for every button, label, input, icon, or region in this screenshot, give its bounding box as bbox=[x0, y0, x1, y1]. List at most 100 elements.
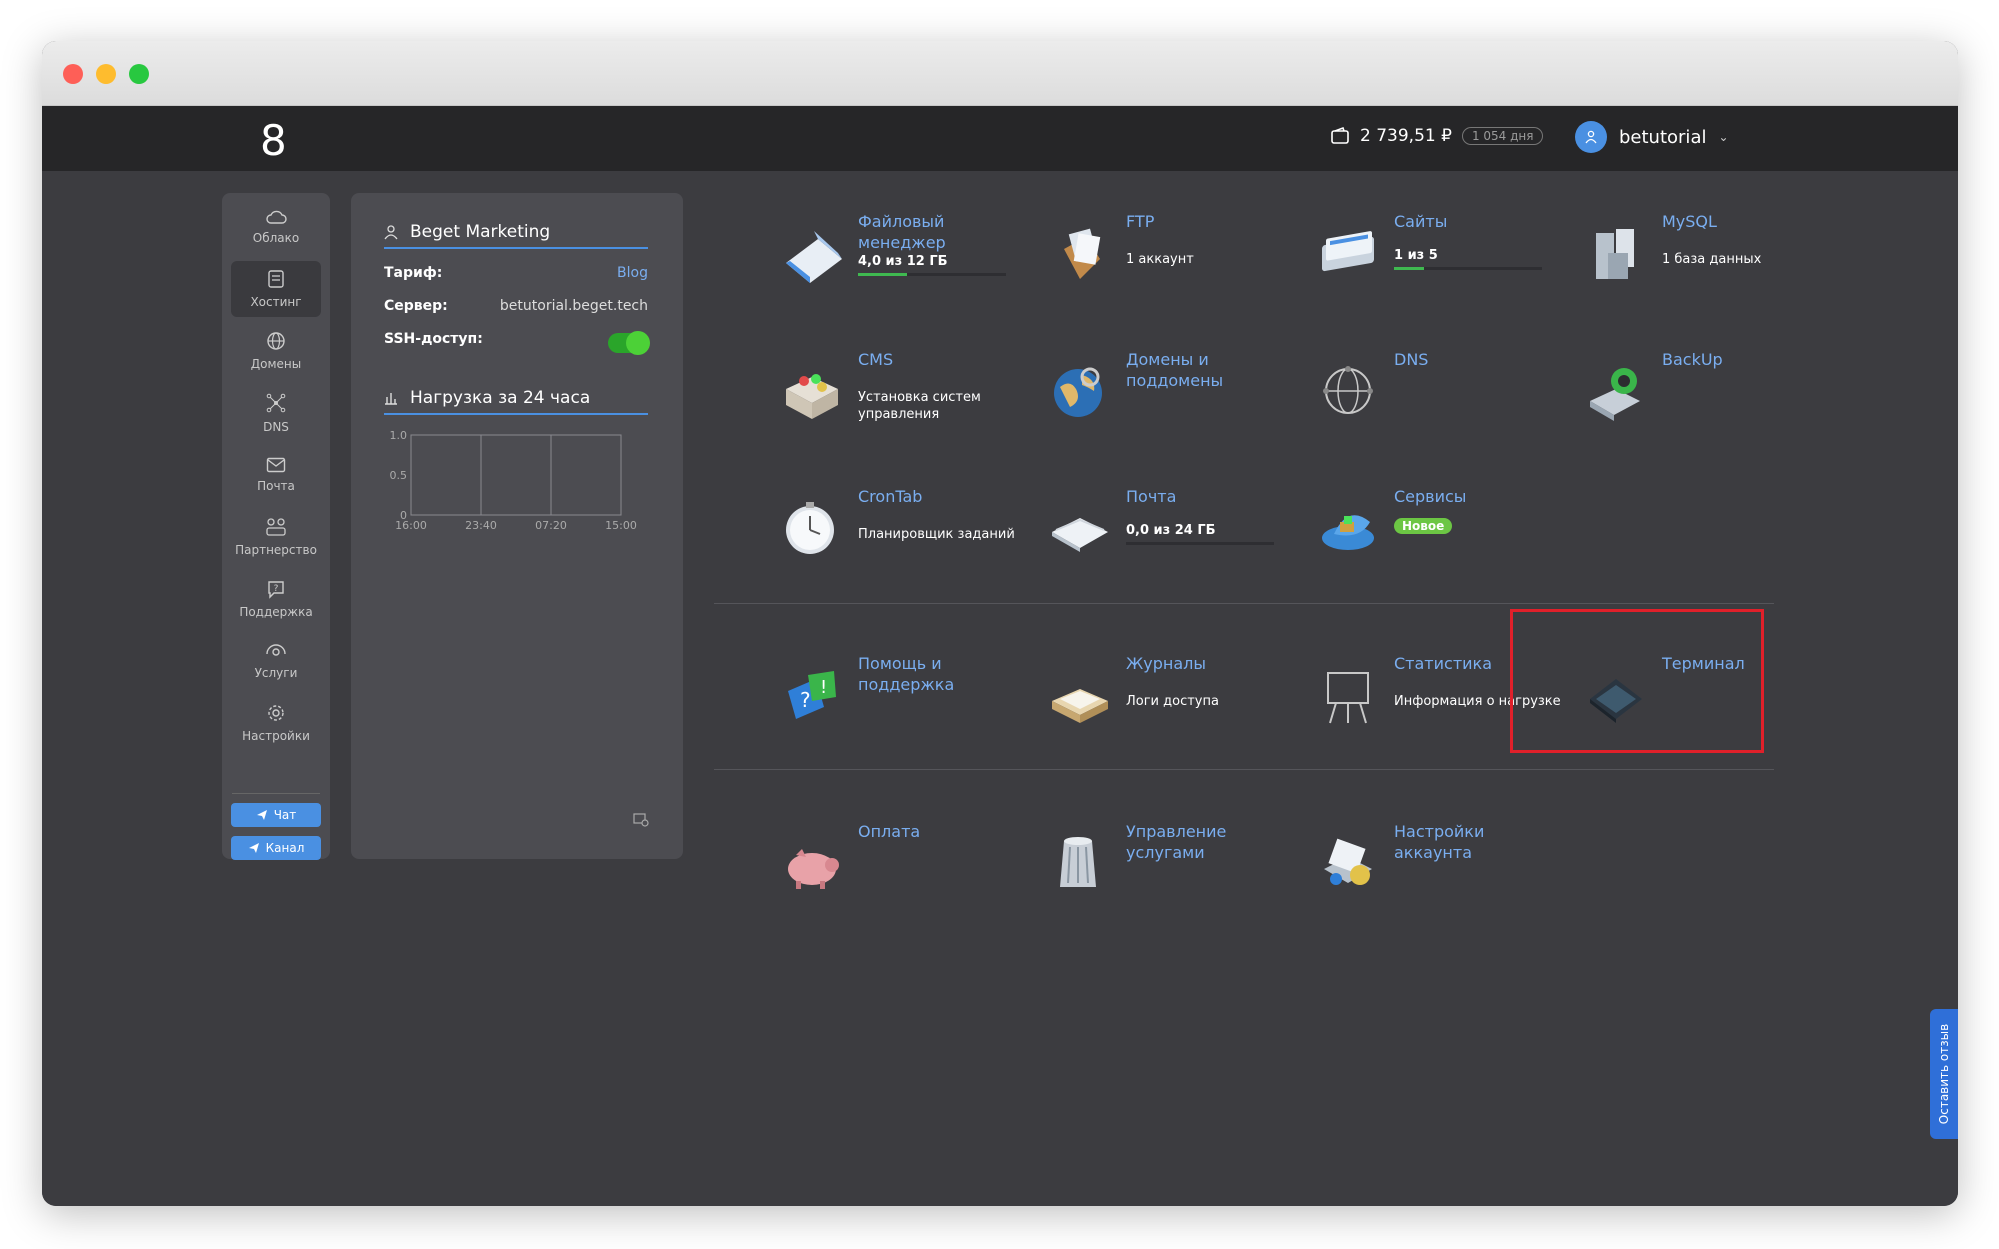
tile-subtitle: 1 аккаунт bbox=[1126, 252, 1194, 267]
account-header: Beget Marketing bbox=[384, 217, 648, 249]
terminal-highlight-box bbox=[1510, 609, 1764, 753]
feedback-tab[interactable]: Оставить отзыв bbox=[1930, 1009, 1958, 1139]
services-icon bbox=[266, 644, 286, 656]
sidebar-item-domains[interactable]: Домены bbox=[231, 323, 321, 379]
mail-icon bbox=[266, 457, 286, 473]
user-icon bbox=[1585, 130, 1597, 144]
days-remaining-badge: 1 054 дня bbox=[1461, 127, 1544, 145]
close-window-button[interactable] bbox=[63, 64, 83, 84]
help-icon: ?! bbox=[788, 671, 836, 719]
payment-icon bbox=[788, 849, 839, 889]
tile-title: Управление услугами bbox=[1126, 822, 1227, 862]
chart-frame bbox=[410, 434, 622, 516]
crontab-icon bbox=[786, 502, 834, 554]
window-titlebar bbox=[42, 41, 1958, 106]
telegram-icon bbox=[256, 810, 267, 820]
tariff-row: Тариф: Blog bbox=[384, 265, 648, 281]
tile-domains[interactable]: Домены и поддомены bbox=[1046, 349, 1296, 459]
account-settings-icon bbox=[1324, 838, 1372, 885]
tile-title: Почта bbox=[1126, 487, 1177, 506]
tile-dns[interactable]: DNS bbox=[1314, 349, 1564, 459]
sidebar-item-hosting[interactable]: Хостинг bbox=[231, 261, 321, 317]
sidebar-item-partnership[interactable]: Партнерство bbox=[231, 509, 321, 565]
dns-icon bbox=[1323, 366, 1373, 414]
sidebar-item-label: Домены bbox=[250, 357, 302, 371]
minimize-window-button[interactable] bbox=[96, 64, 116, 84]
sites-icon bbox=[1322, 231, 1374, 272]
tile-title: Сервисы bbox=[1394, 487, 1467, 506]
file-manager-icon bbox=[786, 231, 842, 283]
server-value: betutorial.beget.tech bbox=[499, 298, 648, 314]
ssh-access-toggle[interactable] bbox=[608, 331, 650, 355]
load-title: Нагрузка за 24 часа bbox=[410, 388, 591, 408]
tile-payment[interactable]: Оплата bbox=[778, 821, 1028, 931]
sidebar-item-services[interactable]: Услуги bbox=[231, 633, 321, 689]
tile-cms[interactable]: CMS Установка систем управления bbox=[778, 349, 1028, 459]
user-menu[interactable]: betutorial ⌄ bbox=[1575, 121, 1729, 153]
tile-backup[interactable]: BackUp bbox=[1582, 349, 1832, 459]
sidebar-divider bbox=[232, 793, 320, 794]
tariff-label: Тариф: bbox=[384, 265, 443, 281]
maximize-window-button[interactable] bbox=[129, 64, 149, 84]
telegram-chat-button[interactable]: Чат bbox=[231, 803, 321, 827]
y-tick-label: 0.5 bbox=[390, 469, 408, 482]
load-header: Нагрузка за 24 часа bbox=[384, 383, 648, 415]
mysql-icon bbox=[1596, 229, 1634, 279]
svg-text:?: ? bbox=[800, 688, 811, 712]
sidebar-item-label: Хостинг bbox=[250, 295, 302, 309]
tile-service-management[interactable]: Управление услугами bbox=[1046, 821, 1296, 931]
tile-title: CMS bbox=[858, 350, 894, 369]
service-management-icon bbox=[1060, 837, 1096, 887]
tile-logs[interactable]: Журналы Логи доступа bbox=[1046, 653, 1296, 763]
sidebar-item-cloud[interactable]: Облако bbox=[231, 199, 321, 255]
sidebar-item-support[interactable]: ? Поддержка bbox=[231, 571, 321, 627]
cloud-icon bbox=[266, 210, 287, 224]
sidebar-item-label: Почта bbox=[257, 479, 295, 493]
tile-services[interactable]: Сервисы Новое bbox=[1314, 486, 1564, 596]
sidebar-item-mail[interactable]: Почта bbox=[231, 447, 321, 503]
tile-title: Домены и поддомены bbox=[1126, 350, 1224, 390]
sidebar-item-dns[interactable]: DNS bbox=[231, 385, 321, 441]
tile-account-settings[interactable]: Настройки аккаунта bbox=[1314, 821, 1564, 931]
tile-subtitle: 4,0 из 12 ГБ bbox=[858, 254, 948, 269]
gear-icon bbox=[268, 705, 284, 721]
telegram-channel-button[interactable]: Канал bbox=[231, 836, 321, 860]
globe-icon bbox=[267, 332, 285, 350]
avatar bbox=[1575, 121, 1607, 153]
top-navigation-bar: 8 2 739,51 ₽ 1 054 дня betutorial ⌄ bbox=[42, 106, 1958, 172]
tile-sites[interactable]: Сайты 1 из 5 bbox=[1314, 211, 1564, 321]
wallet-icon bbox=[1331, 126, 1349, 144]
user-icon bbox=[384, 225, 398, 240]
sidebar-item-label: Облако bbox=[252, 231, 300, 245]
sidebar-item-settings[interactable]: Настройки bbox=[231, 695, 321, 751]
sidebar-item-label: Поддержка bbox=[239, 605, 313, 619]
tile-title: CronTab bbox=[858, 487, 923, 506]
x-tick-label: 23:40 bbox=[465, 519, 497, 532]
ssh-label: SSH-доступ: bbox=[384, 331, 483, 347]
balance-widget[interactable]: 2 739,51 ₽ 1 054 дня bbox=[1330, 126, 1544, 146]
tile-title: Оплата bbox=[858, 822, 921, 841]
tile-title: Журналы bbox=[1126, 654, 1206, 673]
tile-help[interactable]: ?! Помощь и поддержка bbox=[778, 653, 1028, 763]
sidebar-item-label: Настройки bbox=[242, 729, 310, 743]
tile-title: BackUp bbox=[1662, 350, 1723, 369]
x-tick-label: 07:20 bbox=[535, 519, 567, 532]
chart-settings-icon[interactable] bbox=[633, 813, 649, 827]
tile-ftp[interactable]: FTP 1 аккаунт bbox=[1046, 211, 1296, 321]
feedback-label: Оставить отзыв bbox=[1937, 1023, 1951, 1125]
tile-file-manager[interactable]: Файловый менеджер 4,0 из 12 ГБ bbox=[778, 211, 1028, 321]
x-tick-label: 15:00 bbox=[605, 519, 637, 532]
tiles-separator bbox=[714, 769, 1774, 770]
usage-progress-bar bbox=[1394, 267, 1542, 270]
tile-subtitle: Логи доступа bbox=[1126, 694, 1219, 709]
logs-icon bbox=[1052, 689, 1108, 723]
load-chart: 16:00 23:40 07:20 15:001.00.50 bbox=[390, 429, 637, 532]
tile-crontab[interactable]: CronTab Планировщик заданий bbox=[778, 486, 1028, 596]
network-icon bbox=[266, 393, 286, 413]
tile-subtitle: 1 база данных bbox=[1662, 252, 1762, 267]
beget-logo[interactable]: 8 bbox=[260, 116, 287, 165]
tile-mail[interactable]: Почта 0,0 из 24 ГБ bbox=[1046, 486, 1296, 596]
y-tick-label: 0 bbox=[400, 509, 407, 522]
tariff-value-link[interactable]: Blog bbox=[617, 265, 648, 281]
tile-mysql[interactable]: MySQL 1 база данных bbox=[1582, 211, 1832, 321]
